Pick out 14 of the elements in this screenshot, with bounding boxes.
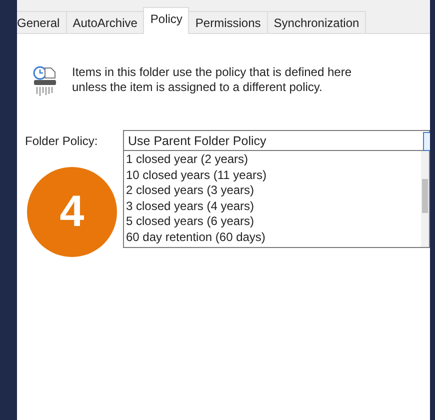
policy-option[interactable]: 1 closed year (2 years) — [126, 152, 419, 168]
tab[interactable]: Synchronization — [266, 11, 366, 33]
policy-option[interactable]: 2 closed years (3 years) — [126, 183, 419, 198]
folder-policy-label: Folder Policy: — [25, 133, 99, 148]
policy-option[interactable]: 3 closed years (4 years) — [126, 198, 419, 214]
policy-option[interactable]: 5 closed years (6 years) — [126, 214, 419, 230]
policy-option[interactable]: 10 closed years (11 years) — [126, 168, 419, 183]
folder-policy-dropdown[interactable]: Use Parent Folder Policy — [123, 130, 430, 151]
scrollbar[interactable] — [421, 151, 429, 247]
tab[interactable]: Policy — [143, 7, 190, 34]
clock-shredder-icon — [32, 65, 58, 97]
policy-description: Items in this folder use the policy that is defined here unless the item is assigned to a different policy. — [72, 65, 352, 96]
step-badge: 4 — [27, 167, 117, 257]
policy-option[interactable]: 60 day retention (60 days) — [126, 230, 419, 245]
